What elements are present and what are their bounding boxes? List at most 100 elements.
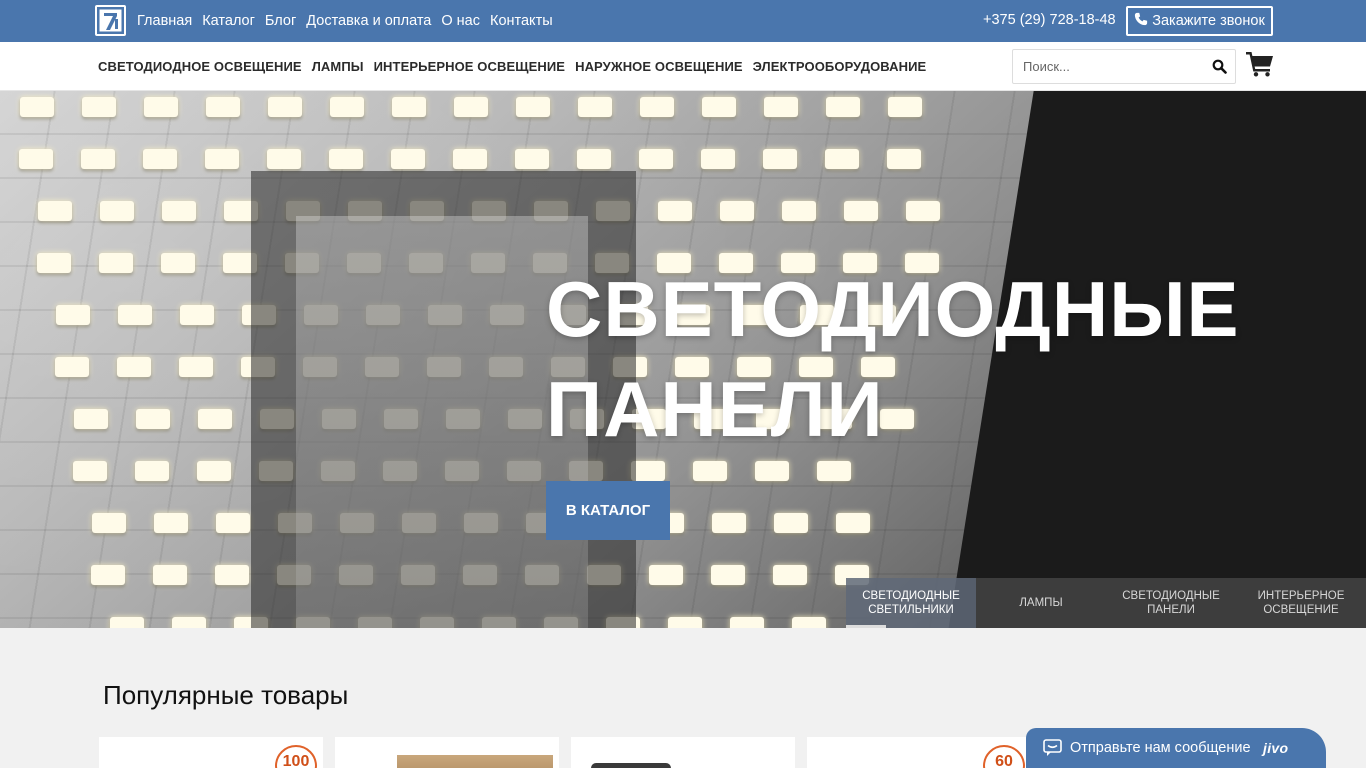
led-chip xyxy=(172,617,206,628)
led-chip xyxy=(578,97,612,117)
led-chip xyxy=(720,201,754,221)
led-chip xyxy=(515,149,549,169)
call-button-label: Закажите звонок xyxy=(1152,13,1265,29)
category-interior-lighting[interactable]: ИНТЕРЬЕРНОЕ ОСВЕЩЕНИЕ xyxy=(374,59,565,74)
power-badge: 100 xyxy=(275,745,317,768)
led-chip xyxy=(792,617,826,628)
product-card[interactable] xyxy=(571,737,795,768)
led-chip xyxy=(20,97,54,117)
led-chip xyxy=(888,97,922,117)
led-chip xyxy=(763,149,797,169)
slider-tab-led-panels[interactable]: СВЕТОДИОДНЫЕ ПАНЕЛИ xyxy=(1106,578,1236,628)
led-chip xyxy=(453,149,487,169)
led-chip xyxy=(161,253,195,273)
category-lamps[interactable]: ЛАМПЫ xyxy=(312,59,364,74)
product-card[interactable]: 100 xyxy=(99,737,323,768)
popular-products-title: Популярные товары xyxy=(103,680,349,710)
hero-slider: СВЕТОДИОДНЫЕ ПАНЕЛИ В КАТАЛОГ СВЕТОДИОДН… xyxy=(0,91,1366,628)
led-chip xyxy=(206,97,240,117)
led-chip xyxy=(117,357,151,377)
led-chip xyxy=(773,565,807,585)
cart-icon[interactable] xyxy=(1246,51,1274,77)
phone-link[interactable]: +375 (29) 728-18-48 xyxy=(983,12,1116,28)
led-chip xyxy=(92,513,126,533)
led-chip xyxy=(454,97,488,117)
category-led-lighting[interactable]: СВЕТОДИОДНОЕ ОСВЕЩЕНИЕ xyxy=(98,59,302,74)
led-chip xyxy=(118,305,152,325)
led-chip xyxy=(82,97,116,117)
product-card[interactable] xyxy=(335,737,559,768)
led-chip xyxy=(19,149,53,169)
led-chip xyxy=(639,149,673,169)
led-chip xyxy=(391,149,425,169)
category-electrical-equipment[interactable]: ЭЛЕКТРООБОРУДОВАНИЕ xyxy=(753,59,927,74)
led-chip xyxy=(649,565,683,585)
led-chip xyxy=(143,149,177,169)
led-chip xyxy=(136,409,170,429)
slider-tab-led-fixtures[interactable]: СВЕТОДИОДНЫЕ СВЕТИЛЬНИКИ xyxy=(846,578,976,628)
chat-widget[interactable]: Отправьте нам сообщение jivo xyxy=(1026,728,1326,768)
led-chip xyxy=(817,461,851,481)
nav-link-contacts[interactable]: Контакты xyxy=(490,13,553,29)
led-chip xyxy=(162,201,196,221)
led-chip xyxy=(37,253,71,273)
search-icon[interactable] xyxy=(1212,59,1227,74)
led-chip xyxy=(711,565,745,585)
slider-tabs: СВЕТОДИОДНЫЕ СВЕТИЛЬНИКИ ЛАМПЫ СВЕТОДИОД… xyxy=(846,578,1366,628)
led-chip xyxy=(216,513,250,533)
top-nav: Главная Каталог Блог Доставка и оплата О… xyxy=(137,0,563,42)
search-input[interactable] xyxy=(1013,50,1203,83)
product-image xyxy=(591,763,671,768)
led-chip xyxy=(205,149,239,169)
led-chip xyxy=(73,461,107,481)
slider-tab-lamps[interactable]: ЛАМПЫ xyxy=(976,578,1106,628)
led-chip xyxy=(755,461,789,481)
led-chip xyxy=(516,97,550,117)
product-card[interactable]: 60 xyxy=(807,737,1031,768)
led-chip xyxy=(268,97,302,117)
led-chip xyxy=(99,253,133,273)
chat-icon xyxy=(1043,739,1062,757)
hero-title-line2: ПАНЕЛИ xyxy=(546,365,884,453)
led-chip xyxy=(826,97,860,117)
led-chip xyxy=(135,461,169,481)
hero-title: СВЕТОДИОДНЫЕ ПАНЕЛИ xyxy=(546,259,1240,459)
led-chip xyxy=(774,513,808,533)
category-nav: СВЕТОДИОДНОЕ ОСВЕЩЕНИЕ ЛАМПЫ ИНТЕРЬЕРНОЕ… xyxy=(98,42,936,90)
led-chip xyxy=(836,513,870,533)
slider-tab-interior-lighting[interactable]: ИНТЕРЬЕРНОЕ ОСВЕЩЕНИЕ xyxy=(1236,578,1366,628)
led-chip xyxy=(825,149,859,169)
catalog-button[interactable]: В КАТАЛОГ xyxy=(546,481,670,540)
led-chip xyxy=(693,461,727,481)
led-chip xyxy=(38,201,72,221)
hero-title-line1: СВЕТОДИОДНЫЕ xyxy=(546,265,1240,353)
led-chip xyxy=(906,201,940,221)
nav-link-blog[interactable]: Блог xyxy=(265,13,296,29)
led-chip xyxy=(712,513,746,533)
led-chip xyxy=(180,305,214,325)
call-back-button[interactable]: Закажите звонок xyxy=(1126,6,1273,36)
led-chip xyxy=(658,201,692,221)
led-chip xyxy=(668,617,702,628)
led-chip xyxy=(392,97,426,117)
led-chip xyxy=(197,461,231,481)
category-bar: СВЕТОДИОДНОЕ ОСВЕЩЕНИЕ ЛАМПЫ ИНТЕРЬЕРНОЕ… xyxy=(0,42,1366,91)
product-image xyxy=(397,755,553,768)
logo-icon[interactable] xyxy=(95,5,126,36)
led-chip xyxy=(198,409,232,429)
led-chip xyxy=(110,617,144,628)
nav-link-delivery[interactable]: Доставка и оплата xyxy=(306,13,431,29)
nav-link-catalog[interactable]: Каталог xyxy=(202,13,255,29)
led-chip xyxy=(91,565,125,585)
nav-link-home[interactable]: Главная xyxy=(137,13,192,29)
led-chip xyxy=(701,149,735,169)
led-chip xyxy=(782,201,816,221)
led-chip xyxy=(179,357,213,377)
led-chip xyxy=(100,201,134,221)
led-chip xyxy=(730,617,764,628)
led-chip xyxy=(640,97,674,117)
led-chip xyxy=(764,97,798,117)
hero-decor-inner xyxy=(296,216,588,628)
category-outdoor-lighting[interactable]: НАРУЖНОЕ ОСВЕЩЕНИЕ xyxy=(575,59,743,74)
nav-link-about[interactable]: О нас xyxy=(441,13,480,29)
